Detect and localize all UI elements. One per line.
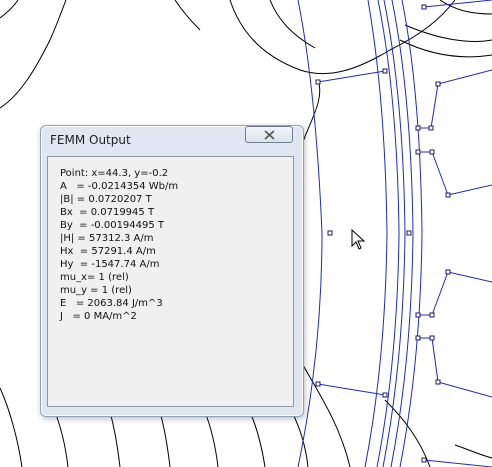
node-point [315, 381, 321, 387]
femm-output-window: FEMM Output Point: x=44.3, y=-0.2 A = -0… [40, 125, 304, 417]
flux-contour [454, 444, 492, 459]
geometry-line [447, 184, 492, 196]
node-point [435, 379, 441, 385]
output-line-bx: Bx = 0.0719945 T [60, 207, 155, 218]
node-point [406, 230, 412, 236]
close-icon [264, 130, 275, 140]
geometry-line [447, 271, 492, 283]
output-line-mu-x: mu_x= 1 (rel) [60, 272, 129, 283]
flux-contour [0, 387, 23, 467]
output-line-mu-y: mu_y = 1 (rel) [60, 285, 132, 296]
geometry-line [430, 83, 439, 129]
flux-contour [269, 0, 316, 49]
geometry-line [437, 381, 492, 398]
geometry-line [317, 70, 386, 83]
node-point [445, 269, 451, 275]
output-line-a: A = -0.0214354 Wb/m [60, 181, 179, 192]
geometry-line [423, 0, 492, 8]
node-point [382, 68, 388, 74]
flux-contour [229, 0, 456, 74]
flux-contour [174, 0, 201, 31]
output-line-by: By = -0.00194495 T [60, 220, 165, 231]
geometry-line [317, 383, 386, 396]
output-line-j: J = 0 MA/m^2 [60, 311, 137, 322]
mouse-pointer-icon [351, 228, 366, 250]
node-point [415, 312, 421, 318]
flux-contour [0, 0, 19, 19]
node-point [429, 312, 435, 318]
node-point [429, 335, 435, 341]
output-line-e: E = 2063.84 J/m^3 [60, 298, 163, 309]
node-point [327, 230, 333, 236]
node-point [415, 125, 421, 131]
node-point [428, 125, 434, 131]
geometry-nodes [315, 4, 451, 463]
output-line-hy: Hy = -1547.74 A/m [60, 259, 160, 270]
geometry-line [431, 151, 449, 196]
node-point [421, 457, 427, 463]
node-point [421, 4, 427, 10]
flux-contour [0, 0, 67, 109]
geometry-line [431, 271, 449, 316]
node-point [435, 81, 441, 87]
output-line-b-magnitude: |B| = 0.0720207 T [60, 194, 152, 205]
flux-contour [439, 0, 492, 15]
output-line-hx: Hx = 57291.4 A/m [60, 246, 156, 257]
geometry-line [437, 69, 492, 85]
geometry-line [423, 459, 492, 467]
geometry-lines [297, 0, 492, 467]
close-button[interactable] [245, 126, 293, 143]
flux-contour [109, 411, 121, 467]
node-point [445, 192, 451, 198]
output-line-h-magnitude: |H| = 57312.3 A/m [60, 233, 154, 244]
node-point [429, 149, 435, 155]
flux-contour [204, 411, 219, 467]
node-point [415, 149, 421, 155]
output-text-area: Point: x=44.3, y=-0.2 A = -0.0214354 Wb/… [47, 156, 294, 407]
flux-contour [249, 411, 266, 467]
output-line-point: Point: x=44.3, y=-0.2 [60, 168, 169, 179]
node-point [415, 335, 421, 341]
geometry-line [431, 337, 439, 383]
node-point [315, 79, 321, 85]
geometry-arc [376, 0, 400, 467]
window-title: FEMM Output [50, 133, 131, 147]
flux-contour [384, 399, 431, 467]
flux-contour [399, 39, 492, 58]
flux-contour [54, 411, 69, 467]
node-point [382, 392, 388, 398]
flux-contour [159, 411, 171, 467]
